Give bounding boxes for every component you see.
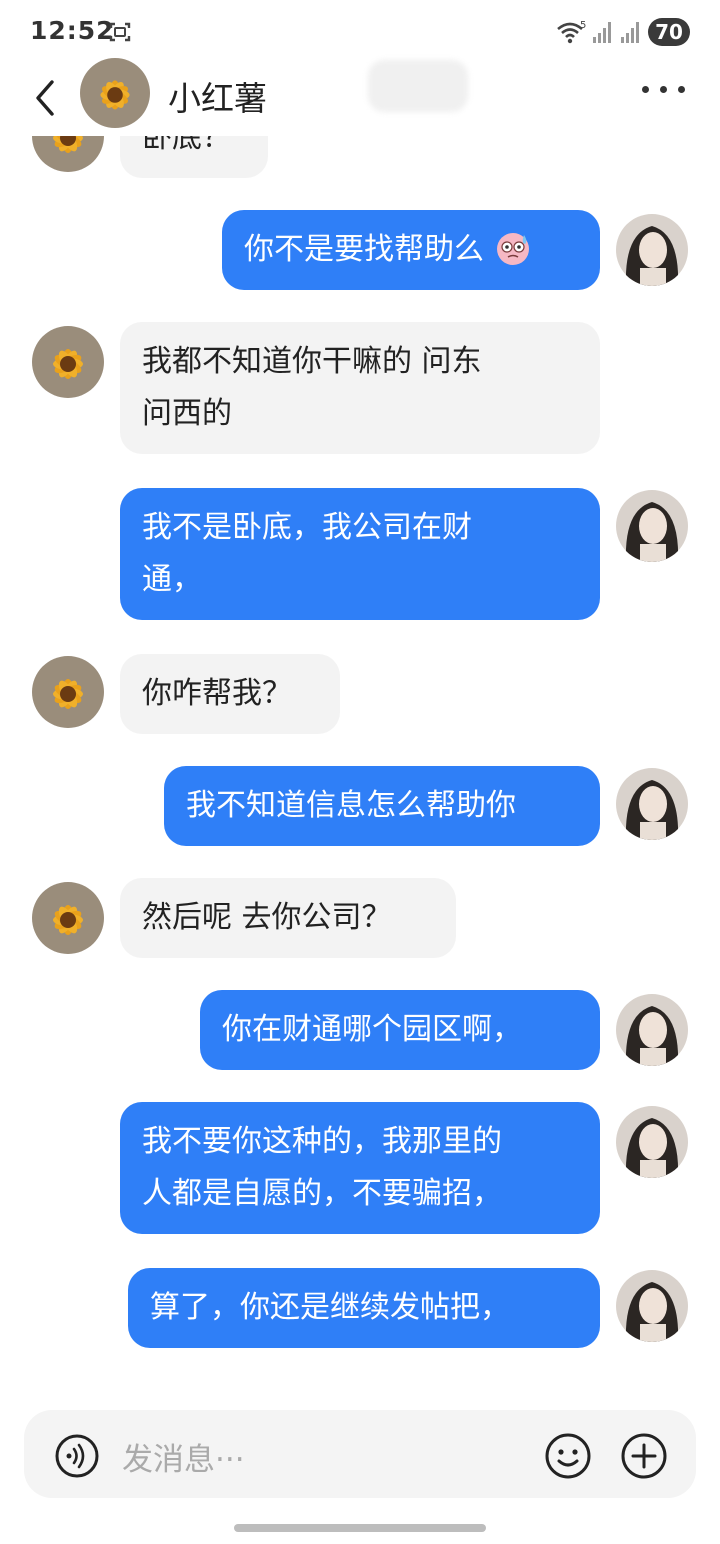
message-text: 你不是要找帮助么 [244,232,484,267]
message-text-line: 我不是卧底，我公司在财 [142,510,472,545]
wifi-icon: 5 [557,20,586,44]
message-text: 你在财通哪个园区啊， [222,1012,522,1047]
message-text: 我不知道信息怎么帮助你 [186,788,516,823]
user-photo-avatar-image [616,214,688,286]
sunflower-avatar-image [32,656,104,728]
user-photo-avatar-image [616,1106,688,1178]
incoming-message-bubble[interactable]: 卧底？ [120,136,268,178]
outgoing-message-bubble[interactable]: 你在财通哪个园区啊， [200,990,600,1070]
sunflower-avatar-image [32,882,104,954]
user-photo-avatar-image [616,490,688,562]
more-options-icon[interactable] [640,82,688,102]
redacted-area [368,60,468,112]
message-text-line: 问西的 [142,396,232,431]
user-photo-avatar-image [616,1270,688,1342]
message-text: 你咋帮我？ [142,676,292,711]
user-photo-avatar-image [616,994,688,1066]
message-text-line: 我都不知道你干嘛的 问东 [142,344,482,379]
message-text: 卧底？ [142,136,232,155]
incoming-message-bubble[interactable]: 你咋帮我？ [120,654,340,734]
signal-icon-2 [621,22,639,43]
my-avatar[interactable] [616,490,688,562]
outgoing-message-bubble[interactable]: 你不是要找帮助么 [222,210,600,290]
my-avatar[interactable] [616,994,688,1066]
add-attachment-icon[interactable] [620,1432,668,1480]
contact-message-avatar[interactable] [32,136,104,172]
message-input[interactable]: 发消息··· [122,1434,245,1479]
outgoing-message-bubble[interactable]: 算了，你还是继续发帖把， [128,1268,600,1348]
sunflower-avatar-image [32,326,104,398]
contact-message-avatar[interactable] [32,656,104,728]
svg-text:5: 5 [580,20,586,31]
contact-message-avatar[interactable] [32,882,104,954]
message-text-line: 我不要你这种的，我那里的 [142,1124,502,1159]
screen-record-icon [109,22,131,42]
outgoing-message-bubble[interactable]: 我不是卧底，我公司在财 通， [120,488,600,620]
sunflower-avatar-image [32,136,104,172]
message-text: 算了，你还是继续发帖把， [150,1290,510,1325]
emoji-icon[interactable] [544,1432,592,1480]
battery-indicator: 70 [648,18,690,46]
message-text-line: 通， [142,562,202,597]
outgoing-message-bubble[interactable]: 我不要你这种的，我那里的 人都是自愿的，不要骗招， [120,1102,600,1234]
user-photo-avatar-image [616,768,688,840]
incoming-message-bubble[interactable]: 我都不知道你干嘛的 问东 问西的 [120,322,600,454]
sweat-face-emoji-icon [496,233,529,265]
home-indicator[interactable] [234,1524,486,1532]
status-bar: 12:52 5 70 [0,0,720,64]
message-text-line: 人都是自愿的，不要骗招， [142,1176,502,1211]
voice-input-icon[interactable] [54,1433,100,1479]
my-avatar[interactable] [616,1106,688,1178]
back-arrow-icon[interactable] [28,76,64,120]
my-avatar[interactable] [616,1270,688,1342]
my-avatar[interactable] [616,214,688,286]
contact-avatar[interactable] [80,58,150,128]
contact-name[interactable]: 小红薯 [168,72,267,120]
incoming-message-bubble[interactable]: 然后呢 去你公司？ [120,878,456,958]
message-text: 然后呢 去你公司？ [142,900,392,935]
chat-header: 小红薯 [0,58,720,136]
my-avatar[interactable] [616,768,688,840]
sunflower-avatar-image [80,58,150,128]
message-list[interactable]: 卧底？ 你不是要找帮助么 我都不知道你干嘛的 问东 问西的 我不是卧底，我公司在… [0,136,720,1400]
outgoing-message-bubble[interactable]: 我不知道信息怎么帮助你 [164,766,600,846]
signal-icon-1 [593,22,611,43]
status-time: 12:52 [30,16,115,45]
contact-message-avatar[interactable] [32,326,104,398]
message-input-bar: 发消息··· [24,1410,696,1498]
